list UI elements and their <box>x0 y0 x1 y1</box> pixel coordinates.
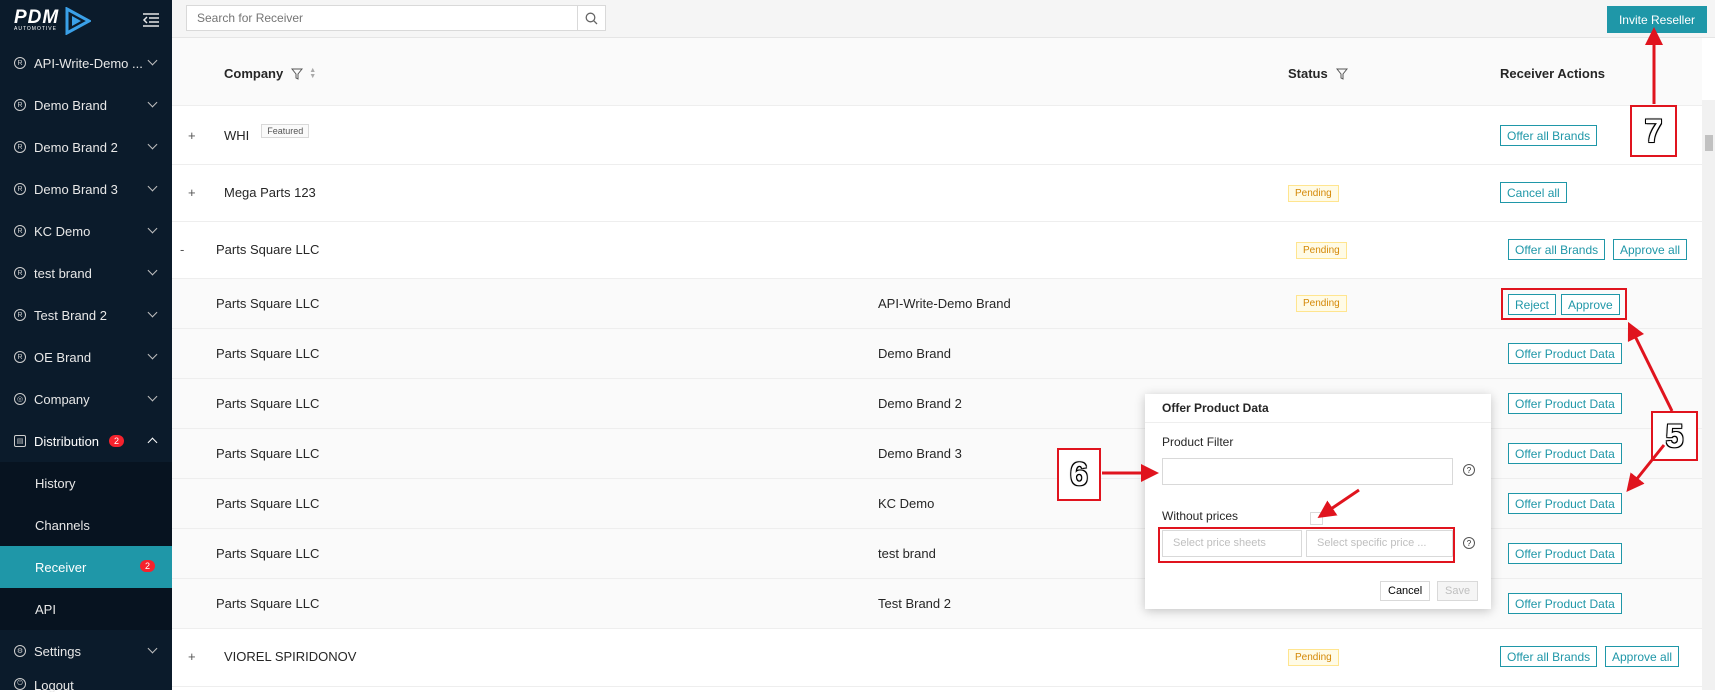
arrow-to-offer-product <box>1626 444 1666 493</box>
annotation-arrows <box>1102 27 1674 519</box>
arrow-to-approve <box>1627 321 1674 412</box>
arrow-to-checkbox <box>1317 488 1360 519</box>
